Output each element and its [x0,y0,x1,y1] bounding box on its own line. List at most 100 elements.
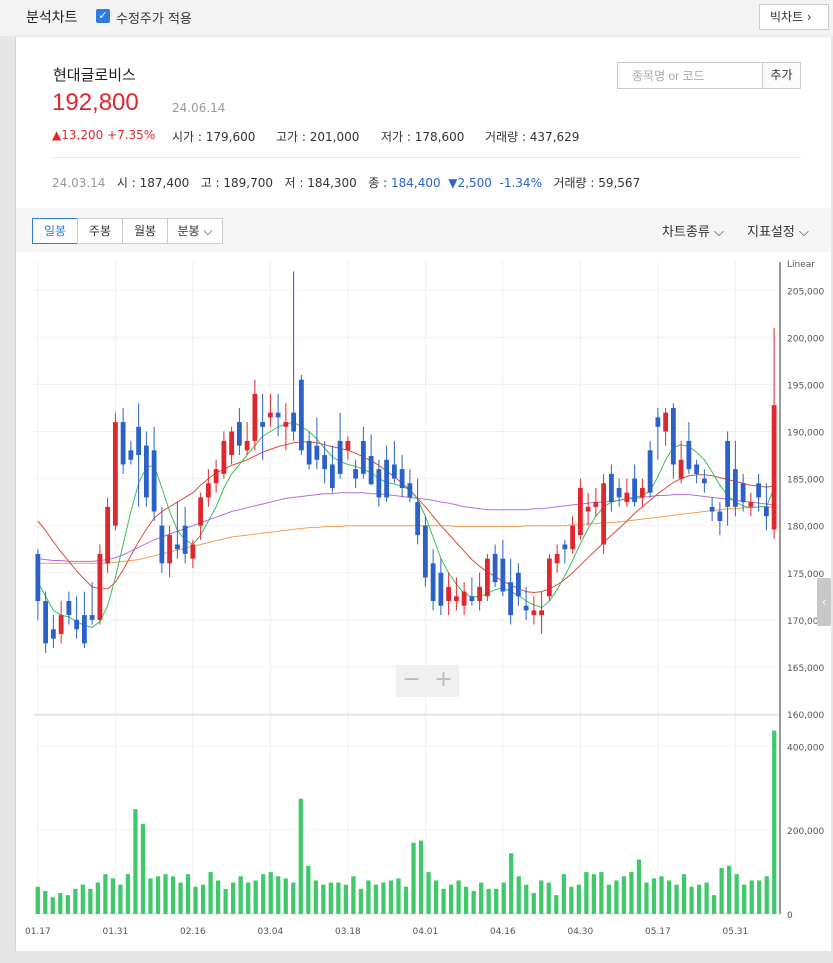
volume-bar [95,882,101,914]
chart-type-menu[interactable]: 차트종류 ⌵ [662,221,724,240]
volume-bar [283,878,288,914]
volume-bar [456,880,461,914]
volume-bar [621,876,627,914]
crosshair-low: 저 : 184,300 [284,176,357,190]
volume-bar [418,840,424,914]
zoom-in-button[interactable]: + [428,665,459,697]
period-monthly-button[interactable]: 월봉 [122,218,168,244]
volume-bar [351,876,356,914]
volume-bar [140,823,146,914]
price-axis-tick-label: 180,000 [787,523,824,533]
candle-body [740,483,746,503]
candle-body [670,407,676,465]
volume-bar [411,842,416,914]
candle-body [531,610,537,616]
candle-body [632,478,638,503]
zoom-controls: − + [396,665,459,697]
candle-body [508,582,514,616]
volume-bar [494,888,499,914]
volume-bar [772,730,777,914]
time-axis-tick-label: 05.17 [645,927,671,937]
volume-bar [343,884,349,914]
volume-bar [463,886,469,914]
volume-bar [614,880,619,914]
volume-bar [253,880,258,914]
candle-body [446,586,452,601]
candle-body [229,431,235,456]
candle-body [430,563,436,601]
volume-bar [50,897,55,914]
time-axis-tick-label: 01.17 [25,927,51,937]
candle-body [732,469,738,507]
candle-body [368,455,374,485]
volume-bar [193,886,198,914]
candle-body [205,483,211,498]
volume: 거래량 : 437,629 [485,130,580,144]
volume-bar [742,884,747,914]
volume-bar [561,874,566,914]
volume-axis-tick-label: 0 [787,911,793,921]
time-axis-tick-label: 02.16 [180,927,206,937]
candle-body [236,422,242,446]
candle-body [639,488,645,498]
adjusted-price-checkbox[interactable]: ✓ [96,9,110,23]
candle-body [539,610,545,616]
volume-bar [388,880,394,914]
crosshair-info-row: 24.03.14 시 : 187,400 고 : 189,700 저 : 184… [52,174,640,191]
volume-bar [659,876,664,914]
period-weekly-button[interactable]: 주봉 [77,218,123,244]
volume-bar [208,872,213,914]
candle-body [694,464,700,474]
volume-bar [148,878,153,914]
price-volume-chart[interactable]: 205,000 200,000 195,000 190,000 185,000 180,0… [16,252,831,951]
candle-body [298,379,304,451]
candle-body [337,440,343,474]
time-axis-tick-label: 04.30 [567,927,593,937]
candle-body [438,572,444,606]
add-stock-button[interactable]: 추가 [762,63,800,88]
volume-bar [569,886,574,914]
period-minute-dropdown[interactable]: 분봉 ⌵ [167,218,223,244]
candle-body [167,535,173,564]
chart-toolbar: 일봉 주봉 월봉 분봉 ⌵ 차트종류 ⌵ 지표설정 ⌵ [16,208,831,252]
volume-bar [524,884,529,914]
volume-bar [381,882,386,914]
volume-bar [246,882,251,914]
period-daily-button[interactable]: 일봉 [32,218,78,244]
zoom-out-button[interactable]: − [396,665,427,697]
volume-bar [80,884,85,914]
volume-bar [509,853,514,914]
price-axis-tick-label: 195,000 [787,381,824,391]
candle-body [593,502,599,507]
stock-search-input[interactable] [618,63,763,88]
candle-body [492,553,498,583]
volume-bar [268,872,273,914]
high-price: 고가 : 201,000 [276,130,360,144]
candle-body [655,417,661,427]
candle-body [306,440,312,465]
adjusted-price-label[interactable]: 수정주가 적용 [116,8,192,27]
volume-bar [719,867,724,914]
crosshair-change: ▼2,500 [448,176,492,190]
volume-axis-tick-label: 400,000 [787,743,824,753]
volume-bar [711,895,717,914]
candle-body [391,464,397,479]
indicator-settings-menu[interactable]: 지표설정 ⌵ [747,221,809,240]
candle-body [143,445,149,498]
volume-bar [88,888,93,914]
candle-body [97,553,103,620]
volume-bar [238,876,243,914]
candle-body [50,629,56,639]
time-axis-tick-label: 03.04 [257,927,283,937]
volume-bar [178,882,183,914]
volume-bar [328,882,333,914]
volume-bar [358,888,364,914]
volume-bar [125,874,131,914]
chart-area[interactable]: 205,000 200,000 195,000 190,000 185,000 180,0… [16,252,831,951]
volume-bar [291,882,296,914]
big-chart-button[interactable]: 빅차트 › [759,4,829,30]
price-change: ▲13,200 +7.35% [52,128,156,142]
volume-bar [539,880,544,914]
side-panel-handle[interactable]: ‹ [817,578,831,626]
volume-bar [163,874,168,914]
